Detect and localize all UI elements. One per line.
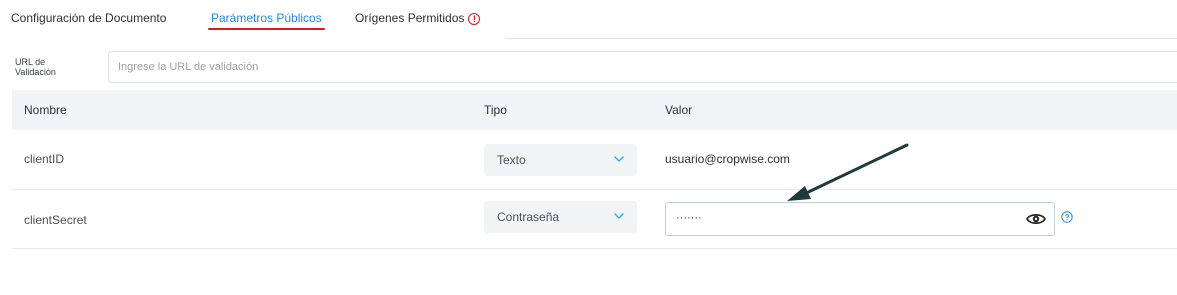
type-select[interactable]: Texto [484,144,637,176]
type-select-value: Contraseña [497,210,560,224]
tab-configuracion-documento[interactable]: Configuración de Documento [11,11,166,25]
tabs-divider [505,38,1177,39]
table-row: clientID Texto usuario@cropwise.com [12,131,1177,190]
tab-origenes-permitidos[interactable]: Orígenes Permitidos! [355,11,481,25]
chevron-down-icon [614,156,624,162]
url-label-line2: Validación [15,67,56,77]
header-nombre: Nombre [24,103,67,117]
header-tipo: Tipo [484,103,507,117]
type-select-value: Texto [497,153,526,167]
url-validation-input[interactable] [108,51,1177,83]
param-value[interactable]: usuario@cropwise.com [665,152,790,166]
header-valor: Valor [665,103,693,117]
tab-label: Orígenes Permitidos [355,11,465,25]
password-masked-value: ······· [676,212,702,224]
param-name: clientSecret [24,213,87,227]
active-tab-underline [208,28,325,30]
eye-icon[interactable] [1026,211,1046,227]
type-select[interactable]: Contraseña [484,201,637,233]
table-header: Nombre Tipo Valor [12,90,1177,130]
param-name: clientID [24,152,65,166]
url-label-line1: URL de [15,57,46,67]
question-circle-icon[interactable] [1061,211,1073,223]
alert-circle-icon: ! [468,13,481,25]
chevron-down-icon [614,213,624,219]
password-value-input[interactable]: ······· [665,202,1055,236]
table-row: clientSecret Contraseña ······· [12,190,1177,249]
tab-parametros-publicos[interactable]: Parámetros Públicos [208,11,325,30]
url-validation-label: URL de Validación [15,57,85,77]
tab-label: Parámetros Públicos [211,11,322,25]
tab-bar: Configuración de Documento Parámetros Pú… [0,0,1177,39]
